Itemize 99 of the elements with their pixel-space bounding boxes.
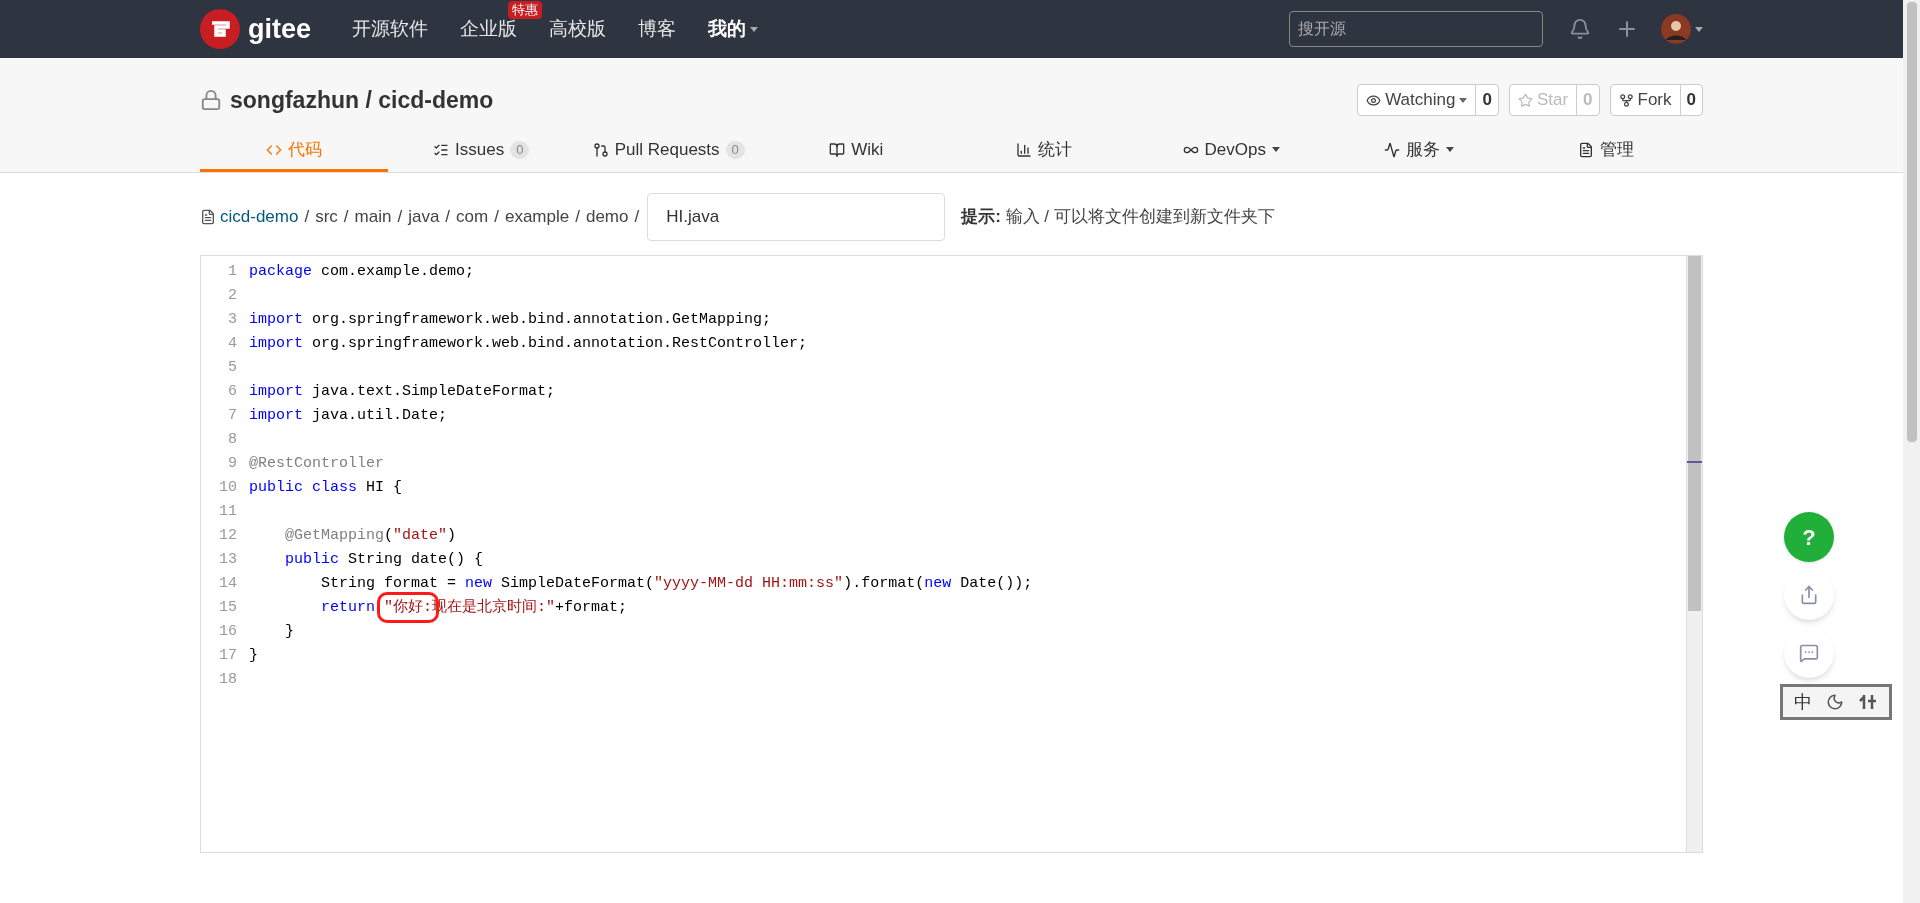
repo-tab[interactable]: Pull Requests 0 <box>575 130 763 172</box>
action-label: Star <box>1536 89 1569 112</box>
path-separator: / <box>634 206 640 229</box>
breadcrumb-item: com <box>456 206 489 229</box>
tab-label: 管理 <box>1600 138 1635 161</box>
logo-icon <box>200 9 240 49</box>
book-icon <box>829 141 846 158</box>
code-line: @RestController <box>249 454 385 474</box>
pulse-icon <box>1383 141 1400 158</box>
tab-label: 服务 <box>1405 138 1440 161</box>
code-line: package com.example.demo; <box>249 262 475 282</box>
line-number: 17 <box>218 646 238 666</box>
path-separator: / <box>494 206 499 229</box>
line-number: 13 <box>218 550 238 570</box>
tab-count: 0 <box>725 140 745 159</box>
ime-mode[interactable]: 中 <box>1794 688 1812 716</box>
line-number: 7 <box>227 406 238 426</box>
code-line: @GetMapping("date") <box>284 526 457 546</box>
breadcrumb-item: example <box>504 206 570 229</box>
line-number: 6 <box>227 382 238 402</box>
action-label: Fork <box>1637 89 1672 112</box>
action-count: 0 <box>1576 85 1599 115</box>
document-icon <box>200 209 216 225</box>
line-number: 10 <box>218 478 238 498</box>
action-count: 0 <box>1475 85 1498 115</box>
filename-field[interactable]: HI.java <box>647 193 946 241</box>
path-separator: / <box>343 206 349 229</box>
share-icon <box>1799 585 1819 605</box>
line-number: 8 <box>227 430 238 450</box>
promo-badge: 特惠 <box>508 0 542 19</box>
path-separator: / <box>397 206 403 229</box>
tab-label: 代码 <box>287 138 322 161</box>
line-number: 15 <box>218 598 238 618</box>
line-number: 3 <box>227 310 238 330</box>
comment-icon <box>1799 643 1819 663</box>
nav-link[interactable]: 我的 <box>708 14 758 44</box>
repo-tab[interactable]: Wiki <box>762 130 950 172</box>
logo-text[interactable]: gitee <box>248 8 312 50</box>
tab-label: Issues <box>455 138 505 161</box>
code-line: public String date() { <box>284 550 484 570</box>
repo-tab[interactable]: Issues 0 <box>387 130 575 172</box>
repo-action-button[interactable]: Fork 0 <box>1609 84 1703 116</box>
code-line: } <box>284 622 294 642</box>
star-icon <box>1517 92 1533 108</box>
breadcrumb-link[interactable]: cicd-demo <box>220 204 299 230</box>
code-line: import org.springframework.web.bind.annotation.GetMapping; <box>249 310 772 330</box>
line-number: 12 <box>218 526 238 546</box>
breadcrumb-item: main <box>354 206 392 229</box>
line-number: 5 <box>227 358 238 378</box>
document-icon <box>1578 141 1595 158</box>
bell-icon[interactable] <box>1569 18 1591 40</box>
tab-count: 0 <box>510 140 530 159</box>
path-separator: / <box>304 206 310 229</box>
nav-link[interactable]: 博客 <box>638 14 676 44</box>
line-number: 4 <box>227 334 238 354</box>
code-line: import java.text.SimpleDateFormat; <box>249 382 556 402</box>
comment-button[interactable] <box>1784 628 1834 678</box>
search-field[interactable]: 搜开源 <box>1289 11 1543 47</box>
breadcrumb-item: demo <box>585 206 629 229</box>
line-number: 1 <box>227 262 238 282</box>
fork-icon <box>1618 92 1634 108</box>
line-number: 16 <box>218 622 238 642</box>
code-line: public class HI { <box>249 478 403 498</box>
code-line: String format = new SimpleDateFormat("yyyy-MM-dd HH:mm:ss").format(new Date()); <box>320 574 1033 594</box>
repo-tab[interactable]: 管理 <box>1512 130 1700 172</box>
hint-text: 提示: 输入 / 可以将文件创建到新文件夹下 <box>961 206 1275 229</box>
repo-tab[interactable]: 统计 <box>950 130 1138 172</box>
nav-link[interactable]: 高校版 <box>549 14 606 44</box>
line-number: 14 <box>218 574 238 594</box>
tab-label: Wiki <box>851 138 884 161</box>
tab-label: 统计 <box>1037 138 1072 161</box>
code-line: import java.util.Date; <box>249 406 448 426</box>
share-button[interactable] <box>1784 570 1834 620</box>
line-number: 2 <box>227 286 238 306</box>
code-line: import org.springframework.web.bind.annotation.RestController; <box>249 334 808 354</box>
repo-tab[interactable]: DevOps <box>1137 130 1325 172</box>
bar-chart-icon <box>1015 141 1032 158</box>
breadcrumb-item: src <box>315 206 338 229</box>
nav-link[interactable]: 开源软件 <box>352 14 428 44</box>
line-number: 11 <box>218 502 238 522</box>
breadcrumb-item: java <box>408 206 440 229</box>
action-label: Watching <box>1385 89 1456 112</box>
eye-icon <box>1366 92 1382 108</box>
repo-action-button[interactable]: Watching 0 <box>1357 84 1499 116</box>
tab-label: Pull Requests <box>614 138 720 161</box>
avatar[interactable] <box>1661 14 1691 44</box>
path-separator: / <box>575 206 580 229</box>
line-number: 18 <box>218 670 238 690</box>
lock-icon <box>200 89 222 111</box>
moon-icon[interactable] <box>1826 693 1844 711</box>
tab-label: DevOps <box>1204 138 1266 161</box>
caret-icon <box>1695 26 1703 32</box>
pull-request-icon <box>592 141 609 158</box>
repo-tab[interactable]: 服务 <box>1325 130 1513 172</box>
action-count: 0 <box>1679 85 1702 115</box>
repo-title[interactable]: songfazhun / cicd-demo <box>230 82 494 118</box>
code-line: } <box>249 646 258 666</box>
path-separator: / <box>445 206 451 229</box>
line-number: 9 <box>227 454 238 474</box>
